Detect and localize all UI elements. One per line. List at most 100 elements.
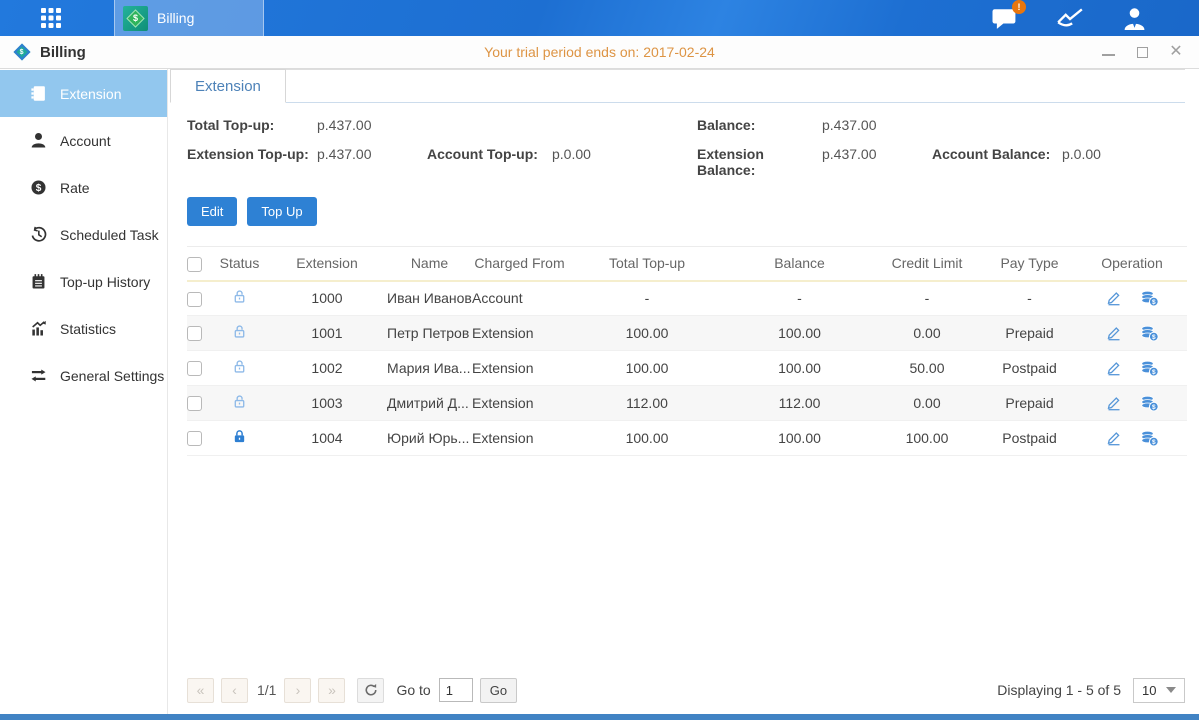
user-icon[interactable] [1122, 6, 1147, 31]
top-up-row-icon[interactable]: $ [1140, 290, 1159, 307]
cell-total-topup: 100.00 [567, 421, 727, 456]
cell-charged-from: Extension [472, 316, 567, 351]
cell-total-topup: - [567, 281, 727, 316]
unlocked-icon [232, 324, 247, 339]
table-row: 1003 Дмитрий Д... Extension 112.00 112.0… [187, 386, 1187, 421]
sidebar-item-scheduled-task[interactable]: Scheduled Task [0, 211, 167, 258]
account-topup-label: Account Top-up: [427, 146, 552, 178]
top-up-row-icon[interactable]: $ [1140, 360, 1159, 377]
svg-text:$: $ [1151, 334, 1155, 341]
page-size-select[interactable]: 10 [1133, 678, 1185, 703]
sidebar-item-general-settings[interactable]: General Settings [0, 352, 167, 399]
cell-credit-limit: 0.00 [872, 386, 982, 421]
select-all-checkbox[interactable] [187, 257, 202, 272]
app-launcher-button[interactable] [28, 0, 74, 36]
edit-row-icon[interactable] [1106, 325, 1122, 341]
last-page-button[interactable]: » [318, 678, 345, 703]
row-checkbox[interactable] [187, 326, 202, 341]
top-bar-actions: ! [991, 0, 1147, 36]
displaying-text: Displaying 1 - 5 of 5 [997, 682, 1121, 698]
balance-label: Balance: [697, 117, 822, 133]
apps-grid-icon [39, 6, 63, 30]
edit-row-icon[interactable] [1106, 395, 1122, 411]
window-title-bar: $ Billing Your trial period ends on: 201… [0, 36, 1199, 69]
cell-name: Иван Иванов [387, 281, 472, 316]
maximize-button[interactable] [1135, 45, 1149, 59]
billing-window: $ Billing ! [0, 0, 1199, 720]
header-operation: Operation [1077, 247, 1187, 281]
total-topup-label: Total Top-up: [187, 117, 317, 133]
unlocked-icon [232, 394, 247, 409]
next-page-button[interactable]: › [284, 678, 311, 703]
header-balance: Balance [727, 247, 872, 281]
messages-icon[interactable]: ! [991, 6, 1018, 30]
cell-extension: 1004 [267, 421, 387, 456]
top-up-row-icon[interactable]: $ [1140, 325, 1159, 342]
chevron-down-icon [1166, 687, 1176, 693]
tab-extension[interactable]: Extension [170, 69, 286, 103]
top-up-button[interactable]: Top Up [247, 197, 316, 226]
sidebar-item-label: General Settings [60, 368, 164, 384]
cell-extension: 1000 [267, 281, 387, 316]
cell-charged-from: Extension [472, 351, 567, 386]
row-checkbox[interactable] [187, 431, 202, 446]
trial-message: Your trial period ends on: 2017-02-24 [0, 44, 1199, 60]
billing-app-icon: $ [123, 6, 148, 31]
cell-name: Петр Петров [387, 316, 472, 351]
row-checkbox[interactable] [187, 292, 202, 307]
goto-label: Go to [396, 682, 430, 698]
statistics-chart-icon[interactable] [1056, 6, 1084, 30]
header-credit-limit: Credit Limit [872, 247, 982, 281]
unlocked-icon [232, 359, 247, 374]
action-buttons: Edit Top Up [187, 197, 1185, 226]
top-app-bar: $ Billing ! [0, 0, 1199, 36]
go-button[interactable]: Go [480, 678, 517, 703]
minimize-button[interactable] [1101, 45, 1115, 59]
statistics-icon [30, 320, 47, 337]
unlocked-icon [232, 289, 247, 304]
table-row: 1001 Петр Петров Extension 100.00 100.00… [187, 316, 1187, 351]
close-button[interactable]: ✕ [1169, 45, 1183, 59]
cell-balance: 100.00 [727, 421, 872, 456]
general-settings-icon [30, 367, 47, 384]
edit-row-icon[interactable] [1106, 360, 1122, 376]
svg-text:$: $ [1151, 369, 1155, 376]
sidebar-item-rate[interactable]: $ Rate [0, 164, 167, 211]
extension-topup-label: Extension Top-up: [187, 146, 317, 178]
sidebar-item-label: Rate [60, 180, 90, 196]
scheduled-task-icon [30, 226, 47, 243]
cell-pay-type: - [982, 281, 1077, 316]
first-page-button[interactable]: « [187, 678, 214, 703]
goto-page-input[interactable] [439, 678, 473, 702]
extension-balance-value: p.437.00 [822, 146, 932, 178]
sidebar-item-topup-history[interactable]: Top-up History [0, 258, 167, 305]
extension-balance-label: Extension Balance: [697, 146, 822, 178]
row-checkbox[interactable] [187, 361, 202, 376]
page-size-value: 10 [1142, 683, 1156, 698]
sidebar-item-label: Extension [60, 86, 121, 102]
row-checkbox[interactable] [187, 396, 202, 411]
cell-total-topup: 100.00 [567, 351, 727, 386]
tab-strip: Extension [170, 69, 1185, 103]
billing-app-tab-label: Billing [157, 10, 194, 26]
edit-row-icon[interactable] [1106, 290, 1122, 306]
sidebar-item-extension[interactable]: Extension [0, 70, 167, 117]
extension-table: Status Extension Name Charged From Total… [187, 246, 1185, 456]
edit-row-icon[interactable] [1106, 430, 1122, 446]
top-up-row-icon[interactable]: $ [1140, 430, 1159, 447]
sidebar-item-account[interactable]: Account [0, 117, 167, 164]
tab-strip-fill [286, 69, 1185, 103]
refresh-button[interactable] [357, 678, 384, 703]
edit-button[interactable]: Edit [187, 197, 237, 226]
top-up-row-icon[interactable]: $ [1140, 395, 1159, 412]
sidebar-item-statistics[interactable]: Statistics [0, 305, 167, 352]
prev-page-button[interactable]: ‹ [221, 678, 248, 703]
header-status: Status [212, 247, 267, 281]
cell-name: Юрий Юрь... [387, 421, 472, 456]
table-footer: « ‹ 1/1 › » Go to Go Display [170, 666, 1185, 714]
window-title: Billing [40, 44, 86, 61]
table-row: 1002 Мария Ива... Extension 100.00 100.0… [187, 351, 1187, 386]
extension-topup-value: p.437.00 [317, 146, 427, 178]
bottom-accent-bar [0, 714, 1199, 720]
billing-app-tab[interactable]: $ Billing [114, 0, 264, 36]
